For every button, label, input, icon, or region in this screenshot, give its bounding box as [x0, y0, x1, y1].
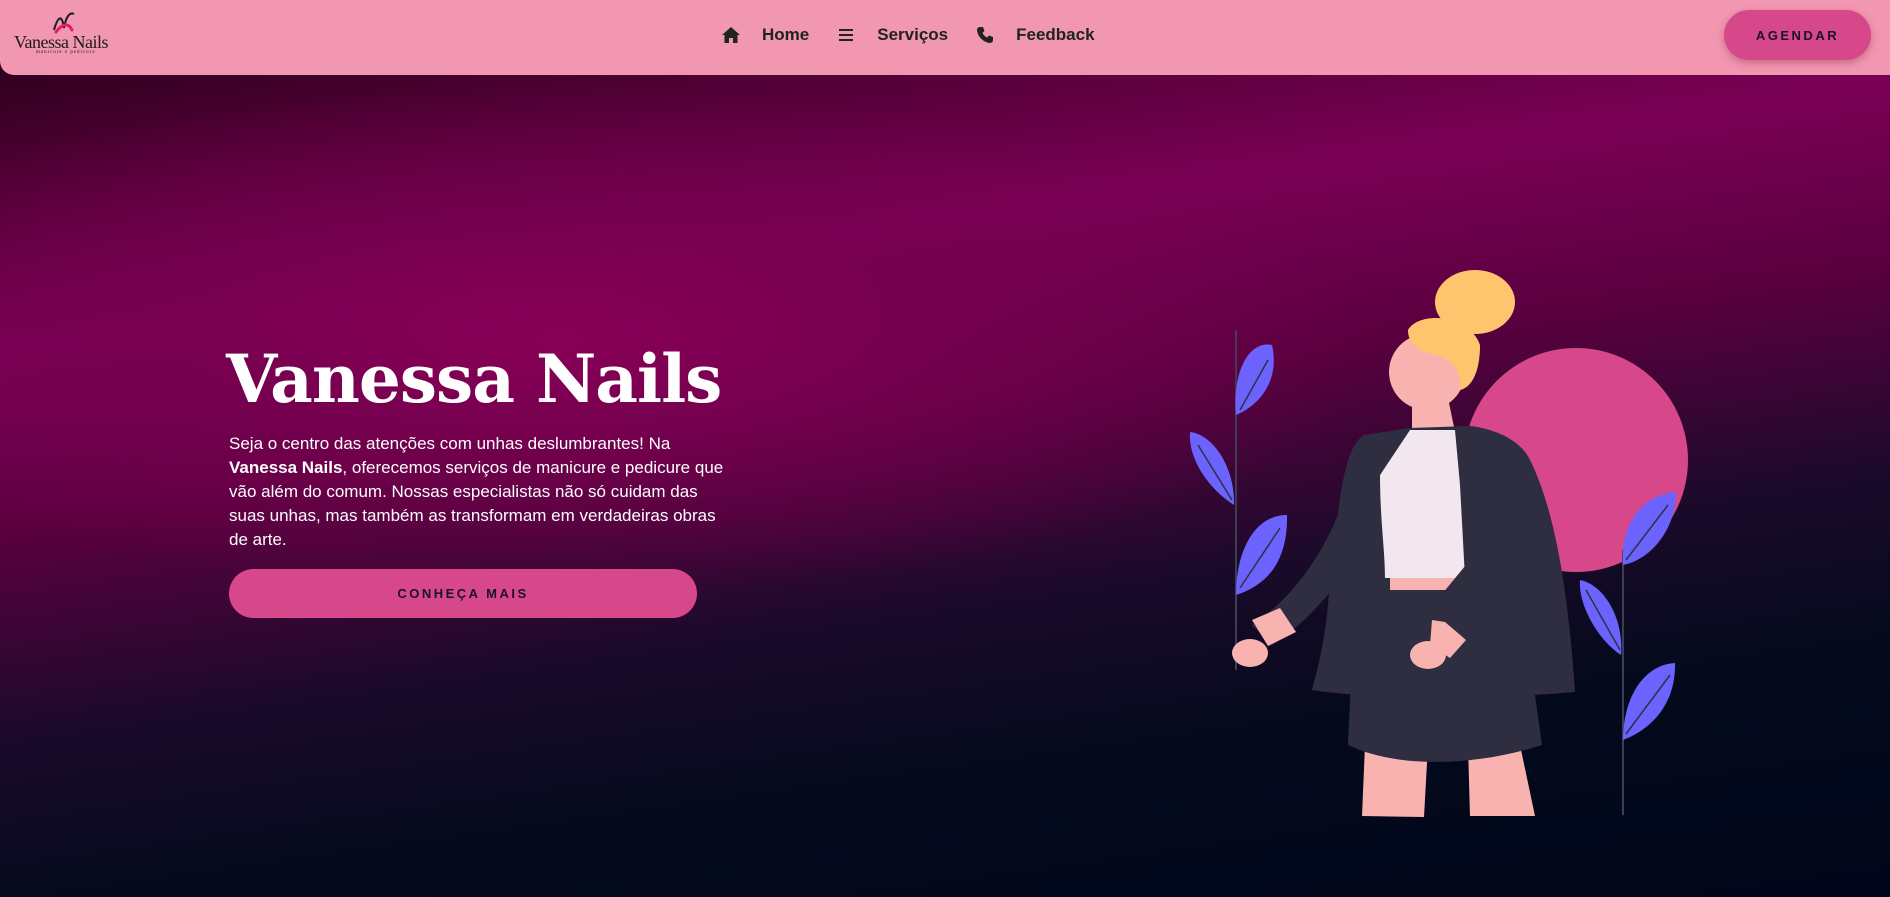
conheca-mais-button[interactable]: CONHEÇA MAIS	[229, 569, 697, 618]
home-icon	[720, 24, 742, 46]
nav-label-servicos: Serviços	[877, 25, 949, 44]
hero-description: Seja o centro das atenções com unhas des…	[229, 432, 729, 552]
nav-item-feedback[interactable]: Feedback	[974, 24, 1095, 46]
nav-label-home: Home	[762, 25, 810, 44]
brand-logo[interactable]: Vanessa Nails manicure e pedicure	[12, 10, 122, 60]
nav-item-servicos[interactable]: Serviços	[835, 24, 948, 46]
logo-tagline: manicure e pedicure	[36, 50, 96, 55]
top-navigation-bar: Vanessa Nails manicure e pedicure Home S…	[0, 0, 1890, 75]
hero-text-start: Seja o centro das atenções com unhas des…	[229, 434, 671, 453]
woman-illustration	[1189, 270, 1688, 817]
menu-icon	[835, 24, 857, 46]
agendar-button[interactable]: AGENDAR	[1724, 10, 1871, 60]
nav-item-home[interactable]: Home	[720, 24, 809, 46]
hero-title: Vanessa Nails	[226, 340, 722, 418]
hero-text-brand: Vanessa Nails	[229, 458, 343, 477]
phone-icon	[974, 24, 996, 46]
main-nav: Home Serviços Feedback	[720, 22, 1121, 48]
nav-label-feedback: Feedback	[1016, 25, 1095, 44]
